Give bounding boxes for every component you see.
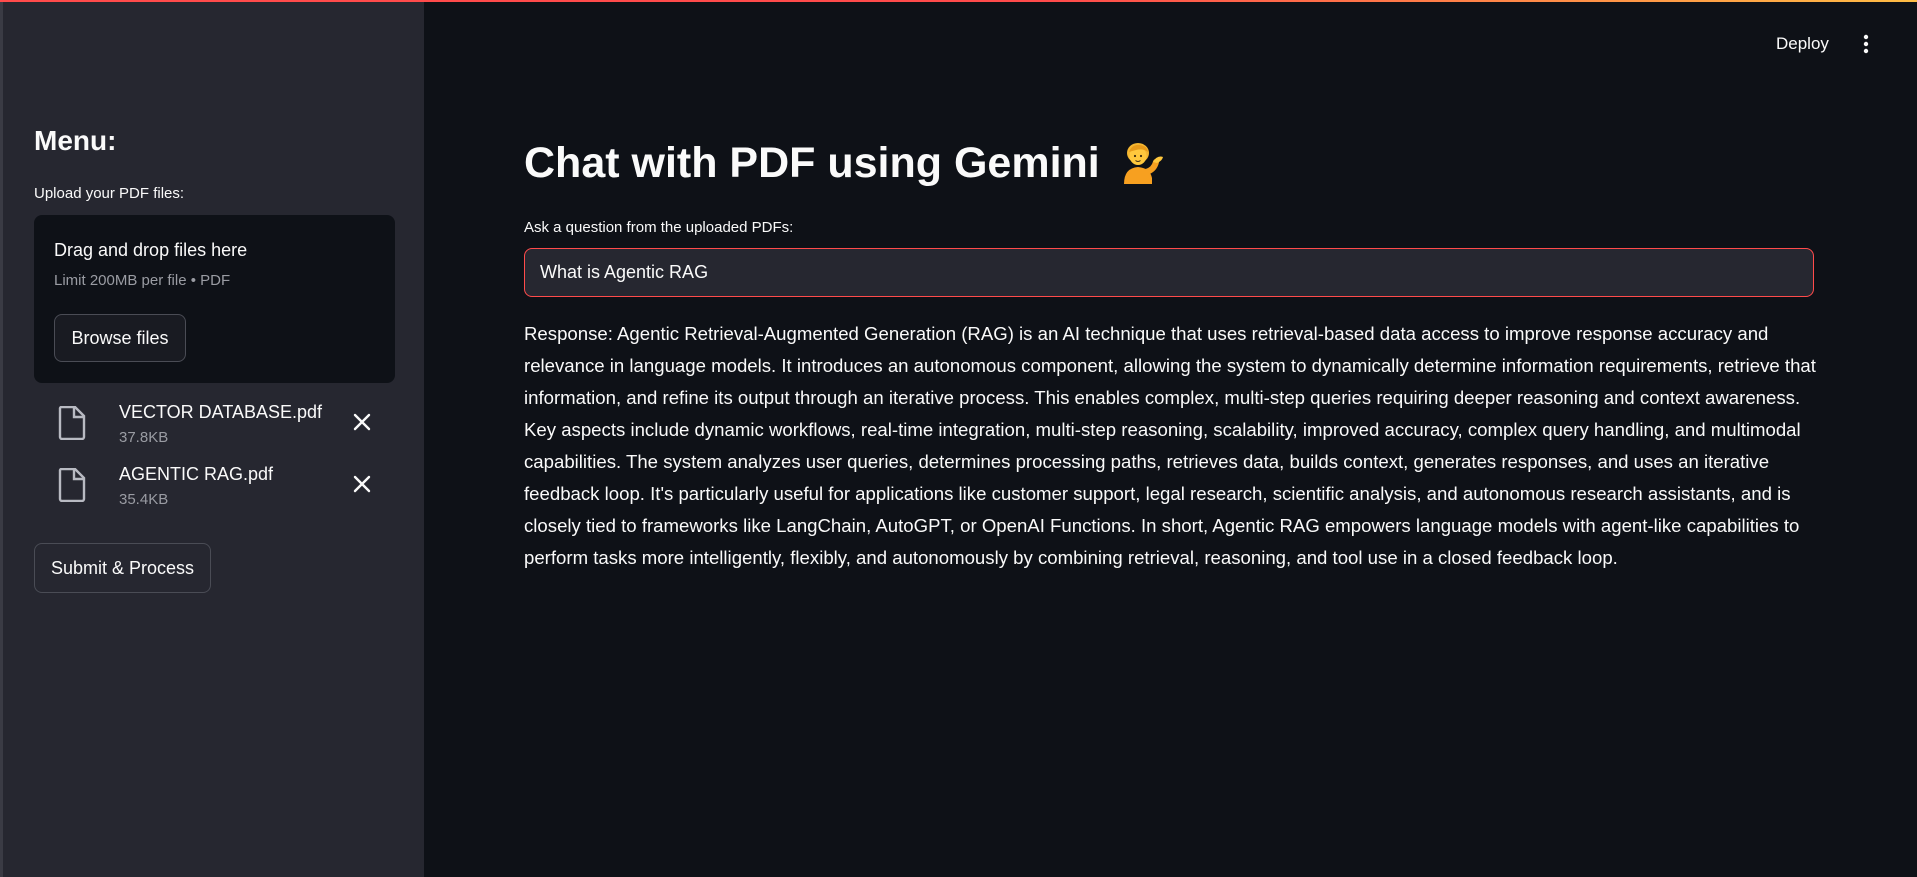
file-name: AGENTIC RAG.pdf [119,464,274,484]
window-edge [0,0,3,877]
page-title: Chat with PDF using Gemini [524,138,1166,188]
browse-files-button[interactable]: Browse files [54,314,186,362]
file-size: 35.4KB [119,491,169,508]
uploaded-file-item: AGENTIC RAG.pdf 35.4KB [58,464,388,514]
app-window: Menu: Upload your PDF files: Drag and dr… [0,0,1917,877]
dropzone-title: Drag and drop files here [54,240,248,260]
remove-file-icon[interactable] [350,472,374,496]
file-dropzone[interactable]: Drag and drop files here Limit 200MB per… [34,215,395,383]
sidebar: Menu: Upload your PDF files: Drag and dr… [0,0,424,877]
file-icon [58,406,86,440]
deploy-button[interactable]: Deploy [1768,28,1837,60]
top-decoration-bar [0,0,1917,2]
submit-process-button[interactable]: Submit & Process [34,543,211,593]
remove-file-icon[interactable] [350,410,374,434]
person-tipping-hand-emoji [1123,143,1163,184]
uploaded-file-item: VECTOR DATABASE.pdf 37.8KB [58,402,388,452]
page-title-text: Chat with PDF using Gemini [524,138,1100,187]
sidebar-heading: Menu: [34,125,117,156]
dropzone-limit: Limit 200MB per file • PDF [54,272,231,289]
question-input[interactable] [524,248,1814,297]
file-size: 37.8KB [119,429,169,446]
file-icon [58,468,86,502]
question-label: Ask a question from the uploaded PDFs: [524,219,794,236]
response-text: Response: Agentic Retrieval-Augmented Ge… [524,323,1816,568]
upload-label: Upload your PDF files: [34,185,185,202]
kebab-menu-icon[interactable] [1856,28,1876,60]
file-name: VECTOR DATABASE.pdf [119,402,323,422]
